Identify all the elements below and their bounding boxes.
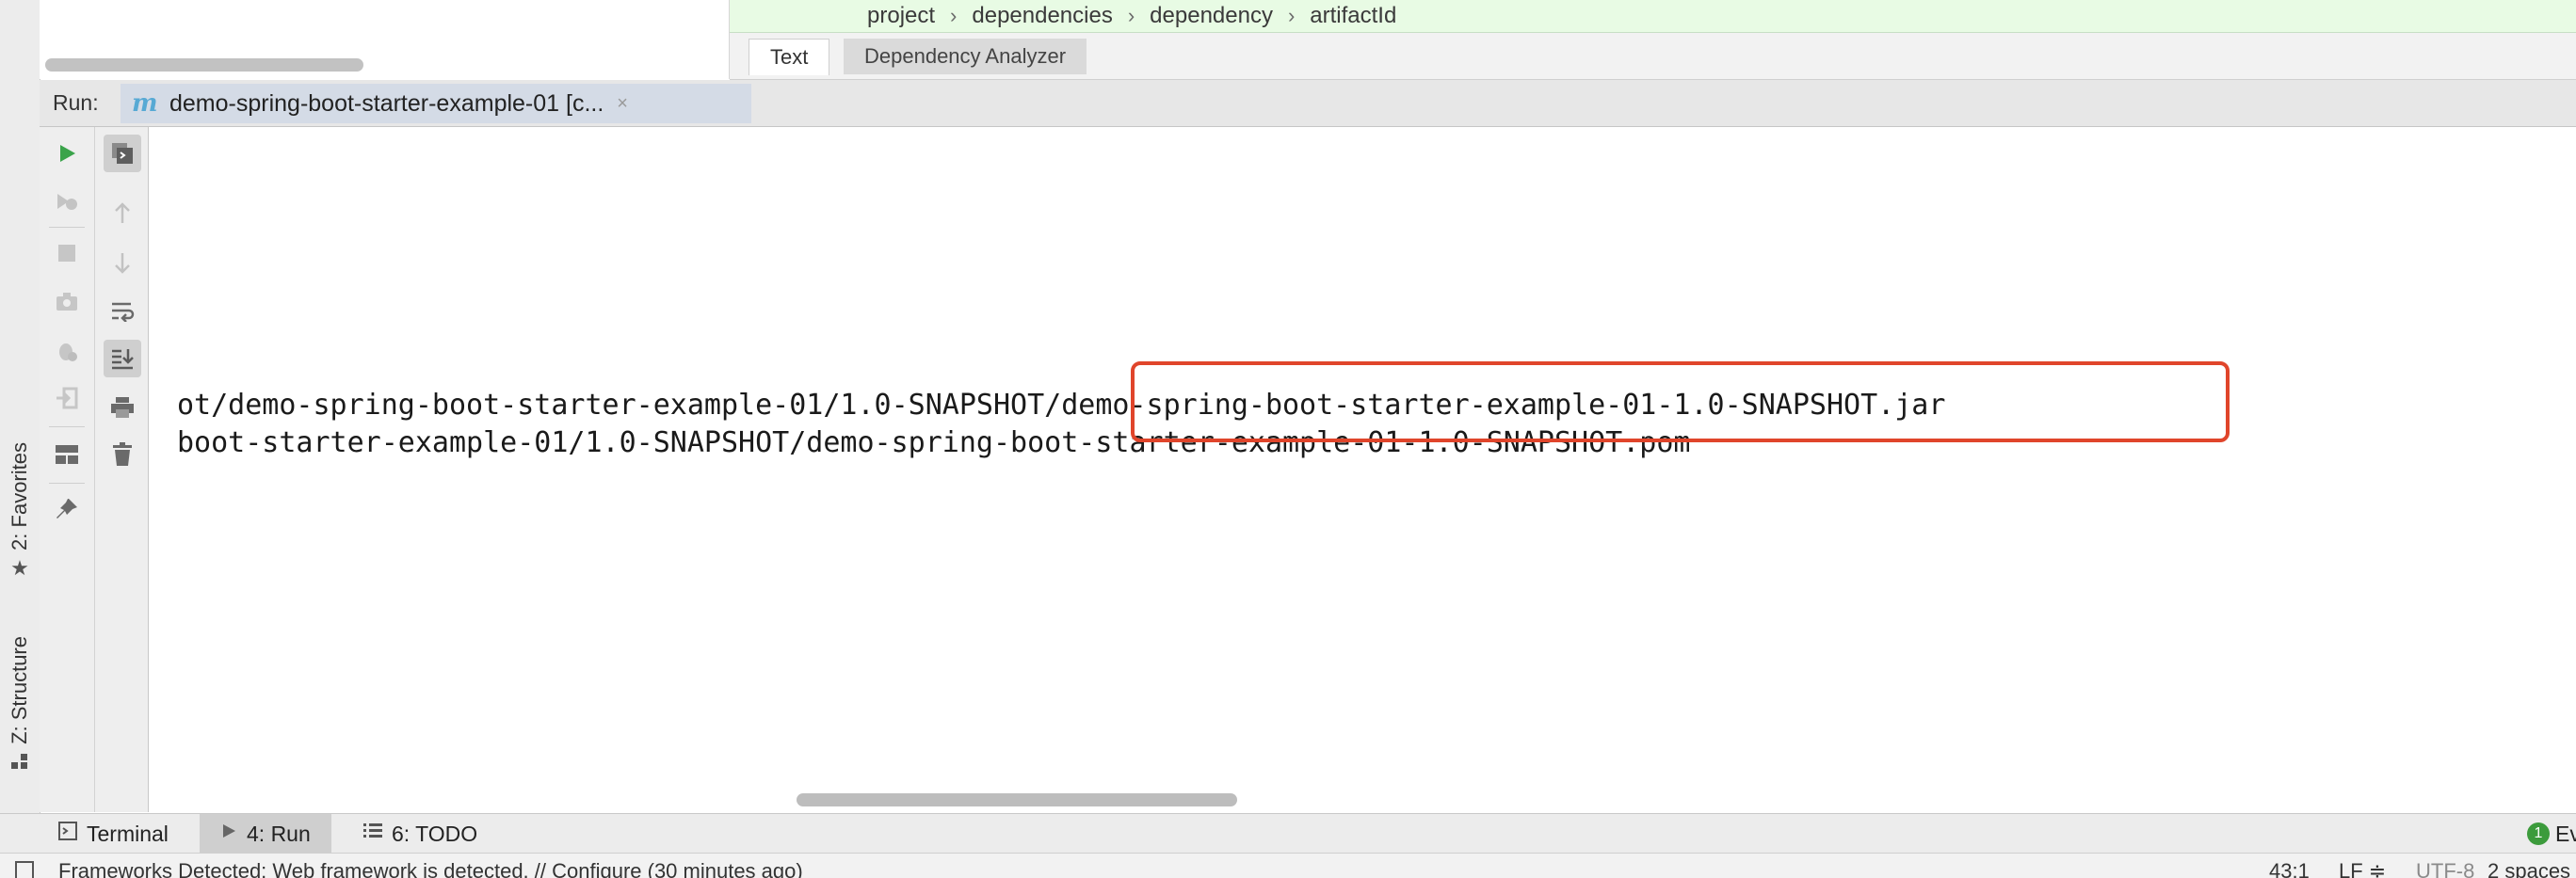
structure-tool-tab[interactable]: Z: Structure [4, 636, 36, 774]
editor-mode-tabs: Text Dependency Analyzer [730, 33, 2576, 80]
breadcrumb-item-dependency[interactable]: dependency [1150, 3, 1273, 29]
todo-tab-label: 6: TODO [392, 821, 478, 846]
rerun-failed-icon [57, 194, 77, 210]
run-tool-tab[interactable]: 4: Run [200, 814, 331, 854]
rerun-button[interactable] [48, 135, 86, 172]
file-encoding[interactable]: UTF-8 [2416, 859, 2474, 878]
play-icon [60, 145, 75, 162]
soft-wrap-icon [112, 302, 135, 322]
caret-position[interactable]: 43:1 [2269, 859, 2310, 878]
camera-icon [56, 293, 77, 311]
arrow-down-icon [115, 253, 130, 274]
favorites-label: 2: Favorites [8, 442, 31, 551]
scroll-up-button[interactable] [104, 195, 141, 232]
run-panel-header: Run: m demo-spring-boot-starter-example-… [40, 80, 2576, 127]
layout-icon [56, 445, 78, 464]
event-log-tab-label[interactable]: Ev [2555, 814, 2576, 854]
toolbar-separator [49, 227, 85, 228]
breadcrumb-item-project[interactable]: project [867, 3, 935, 29]
structure-icon [10, 752, 29, 774]
list-icon [363, 822, 382, 845]
terminal-icon [58, 822, 77, 846]
bug-icon [59, 343, 77, 361]
breadcrumb-separator: › [1287, 4, 1296, 27]
restore-layout-button[interactable] [48, 379, 86, 417]
debug-settings-button[interactable] [48, 332, 86, 370]
breadcrumb-item-artifactid[interactable]: artifactId [1310, 3, 1396, 29]
terminal-tool-tab[interactable]: Terminal [47, 814, 180, 854]
indent-setting[interactable]: 2 spaces [2487, 859, 2570, 878]
clear-all-button[interactable] [104, 436, 141, 473]
tool-windows-toggle-icon[interactable] [15, 861, 34, 878]
login-icon [56, 387, 78, 409]
close-icon[interactable]: × [617, 93, 628, 115]
print-icon [111, 397, 134, 418]
stop-icon [58, 245, 75, 262]
favorites-tool-tab[interactable]: 2: Favorites ★ [4, 442, 36, 579]
run-toolbar-secondary [95, 127, 149, 812]
tab-text[interactable]: Text [749, 39, 830, 75]
breadcrumb-separator: › [950, 4, 958, 27]
arrow-up-icon [115, 202, 130, 223]
rerun-failed-button[interactable] [48, 184, 86, 221]
console-icon [112, 143, 133, 164]
console-toggle-button[interactable] [104, 135, 141, 172]
left-tool-strip: 2: Favorites ★ Z: Structure [0, 0, 40, 853]
tab-dependency-analyzer[interactable]: Dependency Analyzer [844, 39, 1087, 74]
highlight-annotation-box [1131, 361, 2230, 442]
todo-tool-tab[interactable]: 6: TODO [352, 814, 489, 854]
run-toolbar-primary [40, 127, 95, 812]
toolbar-separator [49, 483, 85, 484]
play-icon [220, 822, 237, 845]
print-button[interactable] [104, 389, 141, 426]
pin-tab-button[interactable] [48, 490, 86, 528]
console-horizontal-scrollbar[interactable] [797, 793, 1237, 806]
breadcrumb: project › dependencies › dependency › ar… [867, 3, 1396, 29]
bottom-tool-tabs: Terminal 4: Run 6: TODO 1 Ev [0, 813, 2576, 854]
line-separator[interactable]: LF ≑ [2339, 859, 2386, 878]
project-tree-horizontal-scrollbar[interactable] [45, 58, 363, 72]
toolbar-separator [49, 426, 85, 427]
run-panel-label: Run: [53, 90, 99, 115]
event-log-badge[interactable]: 1 [2527, 822, 2550, 845]
scroll-to-end-button[interactable] [104, 340, 141, 377]
trash-icon [113, 442, 132, 466]
structure-label: Z: Structure [8, 636, 31, 744]
run-tab-label: 4: Run [247, 821, 311, 846]
run-config-tab[interactable]: m demo-spring-boot-starter-example-01 [c… [121, 84, 751, 123]
breadcrumb-separator: › [1127, 4, 1135, 27]
soft-wrap-button[interactable] [104, 293, 141, 330]
status-bar: Frameworks Detected: Web framework is de… [0, 853, 2576, 878]
run-config-tab-title: demo-spring-boot-starter-example-01 [c..… [169, 89, 604, 117]
dump-threads-button[interactable] [48, 283, 86, 321]
layout-button[interactable] [48, 436, 86, 473]
breadcrumb-item-dependencies[interactable]: dependencies [972, 3, 1112, 29]
maven-icon: m [132, 89, 158, 118]
stop-button[interactable] [48, 234, 86, 272]
status-message[interactable]: Frameworks Detected: Web framework is de… [58, 859, 803, 878]
console-output[interactable]: ot/demo-spring-boot-starter-example-01/1… [149, 127, 2576, 786]
terminal-tab-label: Terminal [87, 821, 169, 846]
scroll-to-end-icon [112, 349, 134, 370]
pin-icon [56, 499, 77, 519]
star-icon: ★ [10, 555, 29, 580]
xml-breadcrumb-bar: project › dependencies › dependency › ar… [730, 0, 2576, 33]
scroll-down-button[interactable] [104, 244, 141, 281]
